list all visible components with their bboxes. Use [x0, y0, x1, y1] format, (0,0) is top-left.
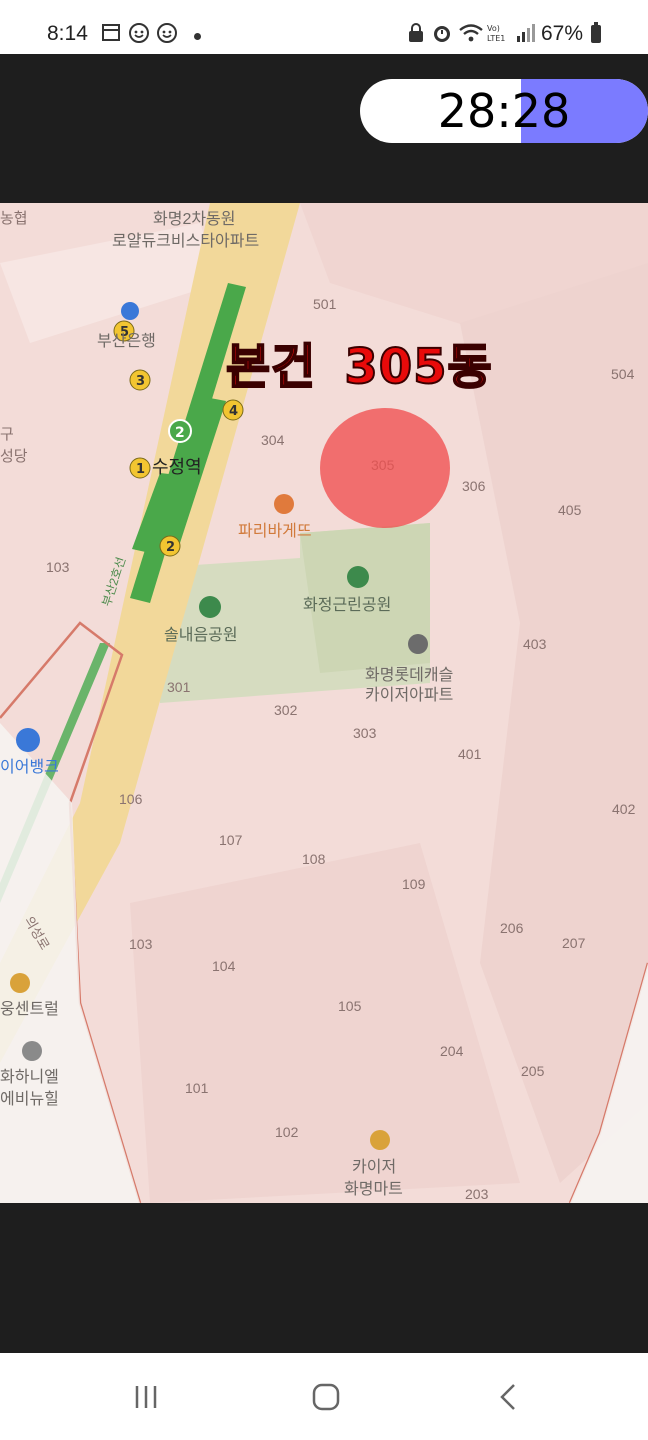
- headline-right: 305동: [343, 338, 493, 396]
- notification-dot: [194, 33, 201, 40]
- bldg-303: 303: [353, 725, 377, 741]
- headline-left: 본건: [225, 338, 317, 396]
- bldg-104: 104: [212, 958, 236, 974]
- map-label-left-1: 농협: [0, 210, 28, 227]
- map-label-mart-2: 화명마트: [344, 1181, 403, 1198]
- map-label-apt-2: 카이저아파트: [365, 687, 454, 704]
- bldg-501: 501: [313, 296, 337, 312]
- wifi-icon: [459, 24, 483, 42]
- map-label-left-2: 구: [0, 426, 14, 443]
- map-label-station: 수정역: [152, 457, 202, 477]
- map-label-park-1: 화정근린공원: [303, 597, 392, 614]
- bldg-301: 301: [167, 679, 191, 695]
- recents-icon: [135, 1386, 157, 1408]
- back-button[interactable]: [488, 1379, 528, 1415]
- alarm-icon: [434, 26, 450, 42]
- battery-icon: [591, 22, 601, 43]
- smiley-pin-icon: [129, 23, 149, 43]
- home-button[interactable]: [306, 1379, 346, 1415]
- bldg-106: 106: [119, 791, 143, 807]
- bldg-103-b: 103: [129, 936, 153, 952]
- map-headline: 본건 305동: [225, 327, 493, 397]
- lte-signal-icon: Vo)LTE1: [487, 24, 535, 43]
- svg-text:LTE1: LTE1: [487, 34, 505, 43]
- svg-text:4: 4: [229, 404, 238, 419]
- bldg-204: 204: [440, 1043, 464, 1059]
- map-image: 5 3 4 1 2 2 화명2차동원 로얄듀크비스타아파트 부산은행 수정역 파…: [0, 203, 648, 1203]
- bldg-304: 304: [261, 432, 285, 448]
- countdown-timer: 28:28: [360, 79, 648, 143]
- map-label-bakery: 파리바게뜨: [238, 523, 312, 540]
- svg-text:2: 2: [175, 425, 185, 441]
- map-label-park-2: 솔내음공원: [164, 627, 238, 644]
- map-label-top-2: 로얄듀크비스타아파트: [112, 233, 260, 250]
- battery-percent: 67%: [541, 22, 584, 45]
- bldg-105: 105: [338, 998, 362, 1014]
- smiley-pin-icon-2: [157, 23, 177, 43]
- home-icon: [312, 1383, 340, 1411]
- bldg-207: 207: [562, 935, 586, 951]
- map-label-mart-1: 카이저: [352, 1159, 397, 1176]
- target-highlight-circle: [320, 408, 450, 528]
- map-label-left-4: 이어뱅크: [0, 759, 59, 776]
- bldg-203: 203: [465, 1186, 489, 1202]
- svg-text:1: 1: [136, 462, 145, 477]
- bldg-302: 302: [274, 702, 298, 718]
- svg-text:3: 3: [136, 374, 145, 389]
- bldg-108: 108: [302, 851, 326, 867]
- map-label-left-3: 성당: [0, 448, 28, 465]
- system-nav-bar: [0, 1353, 648, 1440]
- svg-text:2: 2: [166, 540, 175, 555]
- map-label-left-7: 에비뉴힐: [0, 1091, 59, 1108]
- bldg-102: 102: [275, 1124, 299, 1140]
- bldg-101: 101: [185, 1080, 209, 1096]
- svg-text:Vo): Vo): [487, 24, 500, 33]
- bldg-405: 405: [558, 502, 582, 518]
- bldg-103-a: 103: [46, 559, 70, 575]
- calendar-icon: [102, 24, 120, 41]
- bldg-402: 402: [612, 801, 636, 817]
- status-time: 8:14: [47, 22, 88, 45]
- map-label-top-1: 화명2차동원: [153, 211, 236, 228]
- bldg-403: 403: [523, 636, 547, 652]
- bldg-206: 206: [500, 920, 524, 936]
- recents-button[interactable]: [126, 1379, 166, 1415]
- bldg-401: 401: [458, 746, 482, 762]
- bldg-205: 205: [521, 1063, 545, 1079]
- map-label-bank: 부산은행: [97, 333, 156, 350]
- bldg-107: 107: [219, 832, 243, 848]
- bldg-306: 306: [462, 478, 486, 494]
- lock-icon: [409, 23, 423, 42]
- timer-text: 28:28: [437, 84, 571, 138]
- bldg-504: 504: [611, 366, 635, 382]
- bldg-109: 109: [402, 876, 426, 892]
- map-label-left-6: 화하니엘: [0, 1069, 59, 1086]
- map-label-left-5: 웅센트럴: [0, 1001, 59, 1018]
- back-icon: [500, 1384, 515, 1410]
- status-bar: 8:14 Vo) LTE1 67%: [0, 0, 648, 54]
